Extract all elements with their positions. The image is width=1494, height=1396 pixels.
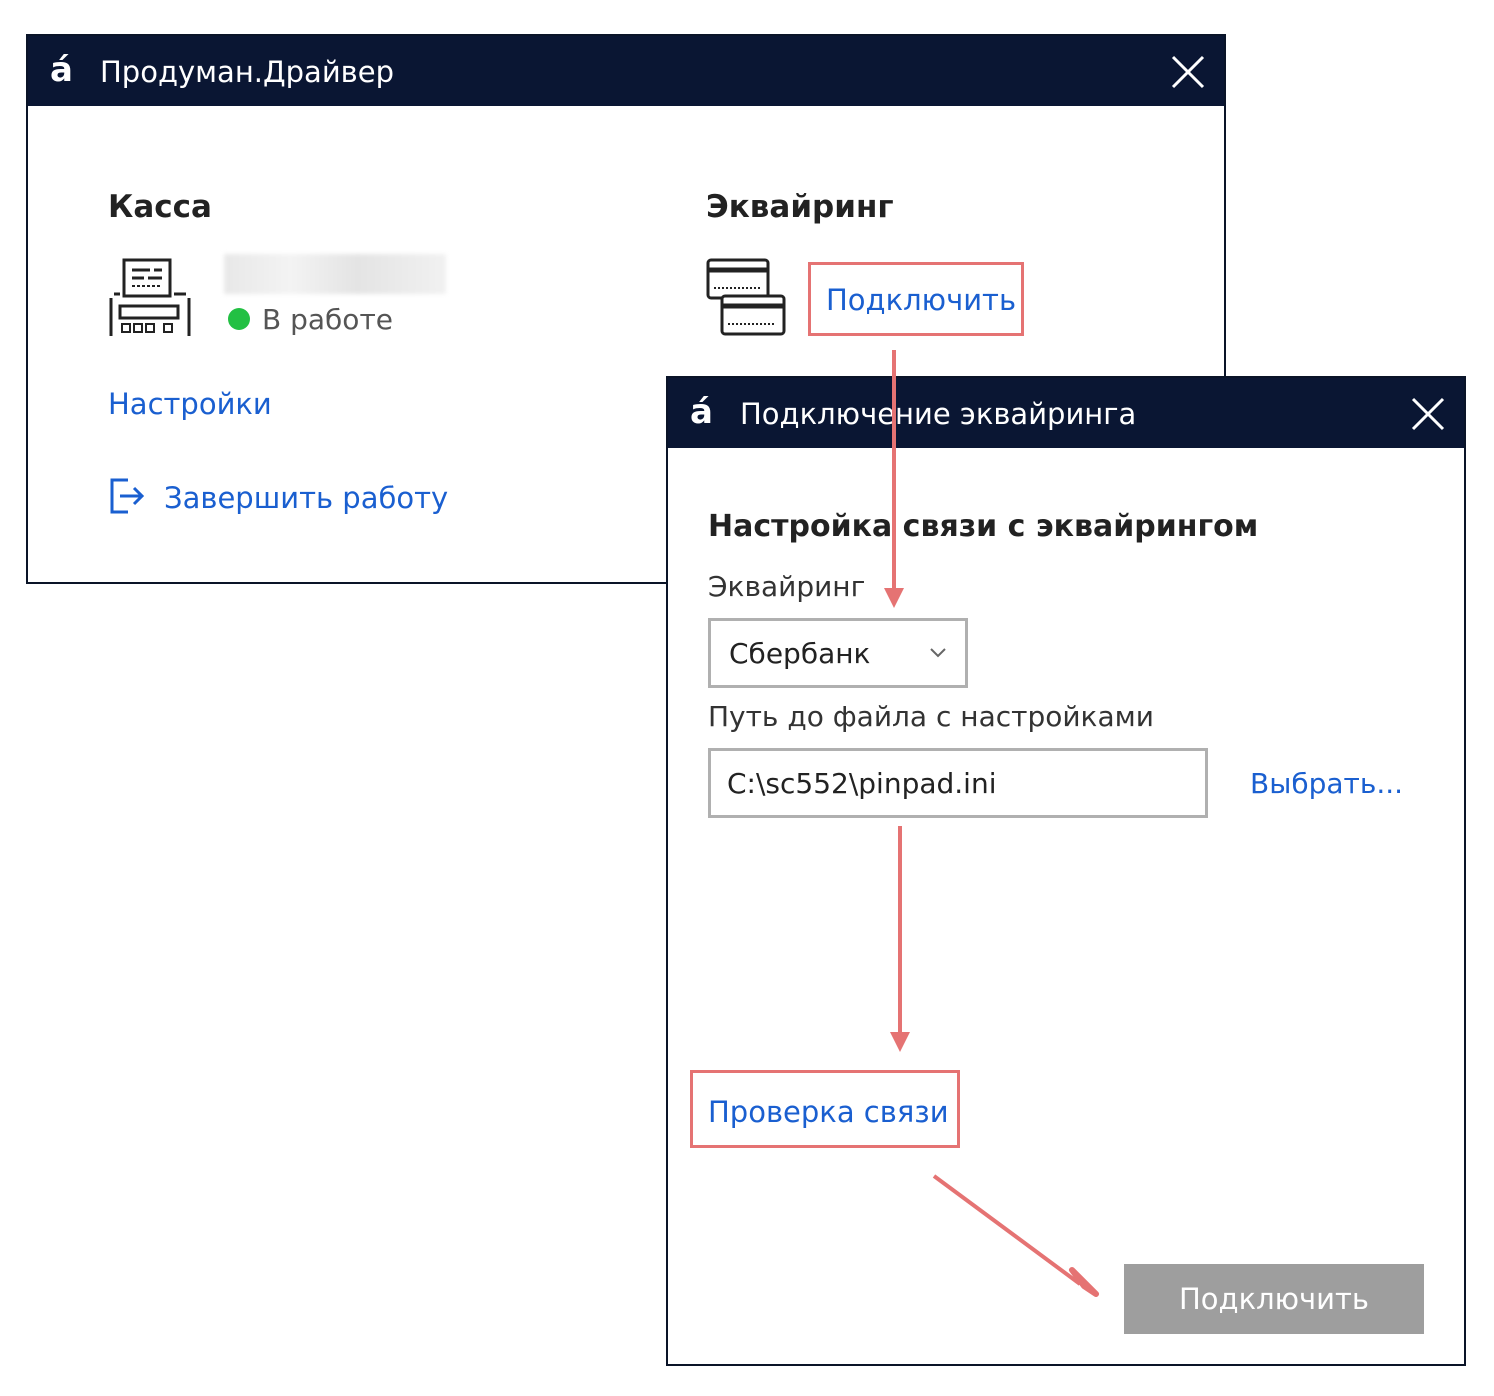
connect-button[interactable]: Подключить [1124, 1264, 1424, 1334]
acquiring-select[interactable]: Сбербанк [708, 618, 968, 688]
connect-button-label: Подключить [1178, 1282, 1370, 1316]
kassa-status: В работе [262, 303, 393, 336]
kassa-heading: Касса [108, 189, 212, 225]
acquiring-select-value: Сбербанк [729, 637, 871, 670]
app-logo-icon: á [50, 50, 73, 90]
path-label: Путь до файла с настройками [708, 700, 1154, 733]
status-indicator [228, 308, 250, 330]
main-titlebar: á Продуман.Драйвер [28, 36, 1224, 106]
acquiring-label: Эквайринг [708, 570, 866, 603]
dialog-titlebar: á Подключение эквайринга [668, 378, 1464, 448]
device-name-blurred [224, 254, 446, 294]
chevron-down-icon [930, 648, 946, 658]
bank-cards-icon [706, 258, 786, 336]
dialog-title: Подключение эквайринга [740, 397, 1137, 431]
cash-register-icon [109, 258, 191, 336]
window-title: Продуман.Драйвер [100, 55, 395, 89]
settings-link[interactable]: Настройки [108, 386, 272, 422]
highlight-connect-link [808, 262, 1024, 336]
dialog-heading: Настройка связи с эквайрингом [708, 509, 1259, 544]
logout-icon [110, 478, 145, 514]
dialog-close-icon[interactable] [1410, 396, 1446, 432]
path-input[interactable]: C:\sc552\pinpad.ini [708, 748, 1208, 818]
close-icon[interactable] [1170, 54, 1206, 90]
path-input-value: C:\sc552\pinpad.ini [727, 767, 997, 800]
highlight-check-link [690, 1070, 960, 1148]
browse-link[interactable]: Выбрать... [1250, 766, 1403, 802]
dialog-logo-icon: á [690, 392, 713, 432]
acquiring-dialog: á Подключение эквайринга Настройка связи… [666, 376, 1466, 1366]
acquiring-heading: Эквайринг [706, 189, 894, 225]
finish-work-link[interactable]: Завершить работу [164, 480, 448, 516]
